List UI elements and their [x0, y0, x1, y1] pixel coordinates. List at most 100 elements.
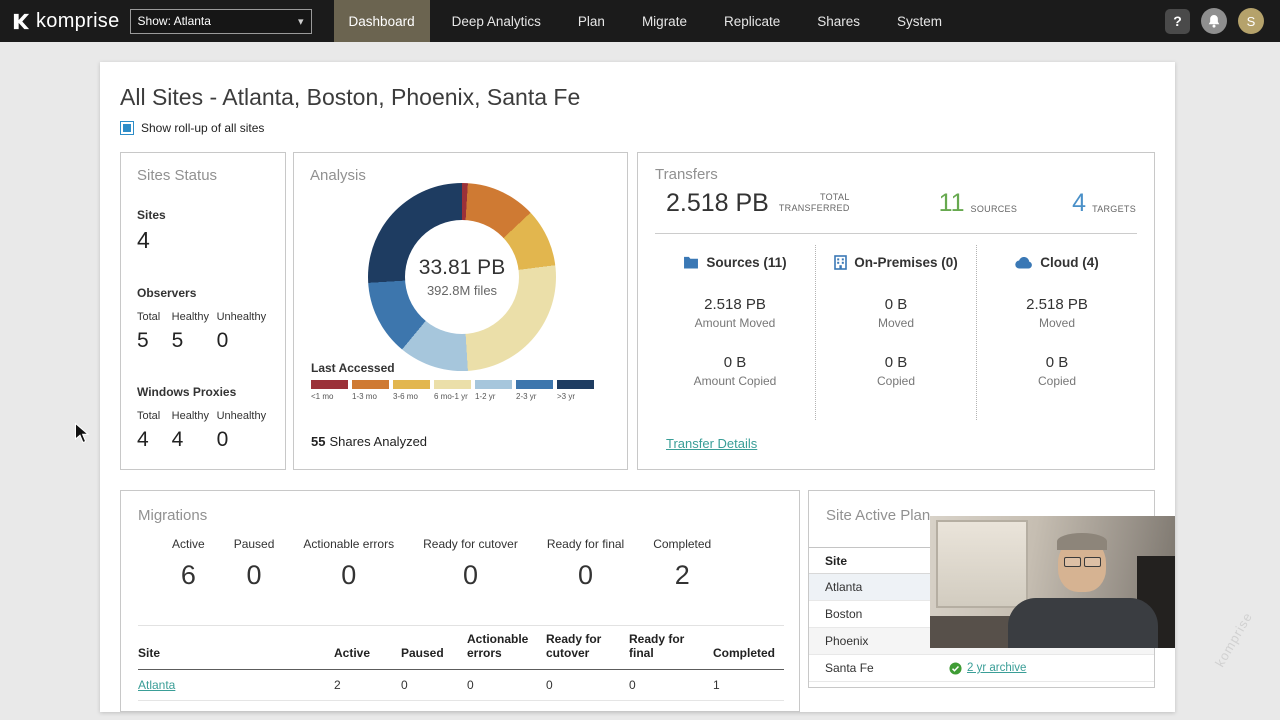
stat-ready-cutover: Ready for cutover 0 — [423, 537, 518, 590]
legend-swatch — [475, 380, 512, 389]
cloud-icon — [1015, 256, 1033, 269]
shares-analyzed-count: 55 — [311, 434, 326, 449]
rollup-checkbox[interactable] — [120, 121, 134, 135]
shares-analyzed: 55 Shares Analyzed — [311, 434, 427, 449]
tab-dashboard[interactable]: Dashboard — [333, 0, 430, 42]
help-button[interactable]: ? — [1165, 8, 1190, 34]
bell-icon — [1208, 14, 1220, 28]
site-link-atlanta[interactable]: Atlanta — [138, 678, 175, 692]
sources-column-title: Sources (11) — [706, 255, 787, 270]
transfers-onprem-column: On-Premises (0) 0 B Moved 0 B Copied — [815, 245, 976, 420]
sources-count: 11 — [938, 189, 965, 217]
legend-item: 3-6 mo — [393, 380, 430, 401]
logo-text: komprise — [36, 9, 120, 32]
legend-item: 2-3 yr — [516, 380, 553, 401]
stat-completed: Completed 2 — [653, 537, 712, 590]
cloud-moved-value: 2.518 PB — [1026, 296, 1088, 313]
table-row: Atlanta 2 0 0 0 0 1 — [138, 669, 784, 701]
migrations-table: Site Active Paused Actionable errors Rea… — [138, 625, 784, 701]
observers-label: Observers — [137, 286, 197, 300]
site-row-santa-fe[interactable]: Santa Fe 2 yr archive — [809, 655, 1154, 682]
page-title: All Sites - Atlanta, Boston, Phoenix, Sa… — [120, 84, 581, 110]
rollup-row: Show roll-up of all sites — [120, 121, 264, 135]
tab-deep-analytics[interactable]: Deep Analytics — [437, 0, 556, 42]
main-nav-tabs: Dashboard Deep Analytics Plan Migrate Re… — [333, 0, 964, 42]
onprem-moved-label: Moved — [877, 316, 915, 330]
migrations-panel: Migrations Active 6 Paused 0 Actionable er… — [120, 490, 800, 712]
sites-status-title: Sites Status — [137, 167, 218, 184]
komprise-logo: komprise — [12, 10, 120, 33]
legend-swatch — [393, 380, 430, 389]
legend-title: Last Accessed — [311, 361, 395, 375]
proxies-unhealthy-label: Unhealthy — [216, 410, 267, 422]
site-active-plan-title: Site Active Plan — [826, 507, 931, 524]
tab-plan[interactable]: Plan — [563, 0, 620, 42]
top-nav-bar: komprise Show: Atlanta ▾ Dashboard Deep … — [0, 0, 1280, 42]
migrations-stats: Active 6 Paused 0 Actionable errors 0 Ready… — [172, 537, 711, 591]
legend-item: 1-3 mo — [352, 380, 389, 401]
legend-swatch — [516, 380, 553, 389]
transfers-cloud-column: Cloud (4) 2.518 PB Moved 0 B Copied — [976, 245, 1137, 420]
notifications-button[interactable] — [1201, 8, 1227, 34]
analysis-panel: Analysis 33.81 PB 392.8M files Last Acce… — [293, 152, 628, 470]
sources-moved-label: Amount Moved — [694, 316, 776, 330]
proxies-total-label: Total — [137, 410, 161, 422]
donut-center: 33.81 PB 392.8M files — [405, 220, 519, 334]
observers-healthy-value: 5 — [171, 329, 184, 352]
analysis-donut: 33.81 PB 392.8M files — [368, 183, 556, 371]
sources-copied-value: 0 B — [723, 354, 747, 371]
total-transferred-value: 2.518 PB — [666, 189, 769, 217]
tab-shares[interactable]: Shares — [802, 0, 875, 42]
observers-healthy-label: Healthy — [171, 311, 209, 323]
webcam-overlay — [930, 516, 1175, 648]
archive-plan-link[interactable]: 2 yr archive — [949, 661, 1026, 675]
cloud-column-title: Cloud (4) — [1040, 255, 1099, 270]
legend-item: >3 yr — [557, 380, 594, 401]
tab-migrate[interactable]: Migrate — [627, 0, 702, 42]
onprem-column-title: On-Premises (0) — [854, 255, 958, 270]
sites-label: Sites — [137, 208, 166, 222]
transfers-sources-column: Sources (11) 2.518 PB Amount Moved 0 B A… — [655, 245, 815, 420]
proxies-label: Windows Proxies — [137, 385, 237, 399]
legend-item: <1 mo — [311, 380, 348, 401]
proxies-healthy-label: Healthy — [171, 410, 209, 422]
onprem-copied-label: Copied — [876, 374, 916, 388]
komprise-watermark: komprise — [1212, 609, 1256, 670]
observers-unhealthy-value: 0 — [216, 329, 229, 352]
transfers-summary: 2.518 PB TOTAL TRANSFERRED 11 SOURCES 4 … — [666, 191, 1136, 216]
stat-ready-final: Ready for final 0 — [546, 537, 625, 590]
site-selector-dropdown[interactable]: Show: Atlanta ▾ — [129, 8, 312, 34]
observers-total-label: Total — [137, 311, 161, 323]
user-avatar[interactable]: S — [1238, 8, 1264, 34]
site-selector-value: Show: Atlanta — [137, 14, 211, 28]
donut-total-capacity: 33.81 PB — [418, 256, 506, 279]
stat-paused: Paused 0 — [233, 537, 275, 590]
webcam-person-hair — [1057, 533, 1107, 550]
observers-total-value: 5 — [137, 329, 149, 352]
shares-analyzed-label: Shares Analyzed — [329, 434, 428, 449]
divider — [655, 233, 1137, 234]
cloud-moved-label: Moved — [1038, 316, 1076, 330]
folder-icon — [684, 256, 699, 269]
transfers-title: Transfers — [655, 166, 718, 183]
rollup-label: Show roll-up of all sites — [141, 121, 265, 135]
sites-count: 4 — [137, 227, 150, 253]
proxies-healthy-value: 4 — [171, 428, 184, 451]
check-circle-icon — [949, 661, 962, 675]
building-icon — [834, 255, 848, 270]
stat-actionable-errors: Actionable errors 0 — [303, 537, 395, 590]
proxies-unhealthy-value: 0 — [216, 428, 229, 451]
legend-swatch — [352, 380, 389, 389]
tab-system[interactable]: System — [882, 0, 957, 42]
onprem-moved-value: 0 B — [884, 296, 908, 313]
mouse-cursor — [75, 422, 90, 444]
transfer-details-link[interactable]: Transfer Details — [666, 436, 757, 451]
cloud-copied-label: Copied — [1037, 374, 1077, 388]
targets-count: 4 — [1072, 189, 1087, 217]
targets-count-label: TARGETS — [1092, 204, 1136, 214]
transfers-panel: Transfers 2.518 PB TOTAL TRANSFERRED 11 … — [637, 152, 1155, 470]
observers-stats: Total 5 Healthy 5 Unhealthy 0 — [137, 311, 269, 353]
legend-item: 1-2 yr — [475, 380, 512, 401]
tab-replicate[interactable]: Replicate — [709, 0, 795, 42]
migrations-title: Migrations — [138, 507, 208, 524]
